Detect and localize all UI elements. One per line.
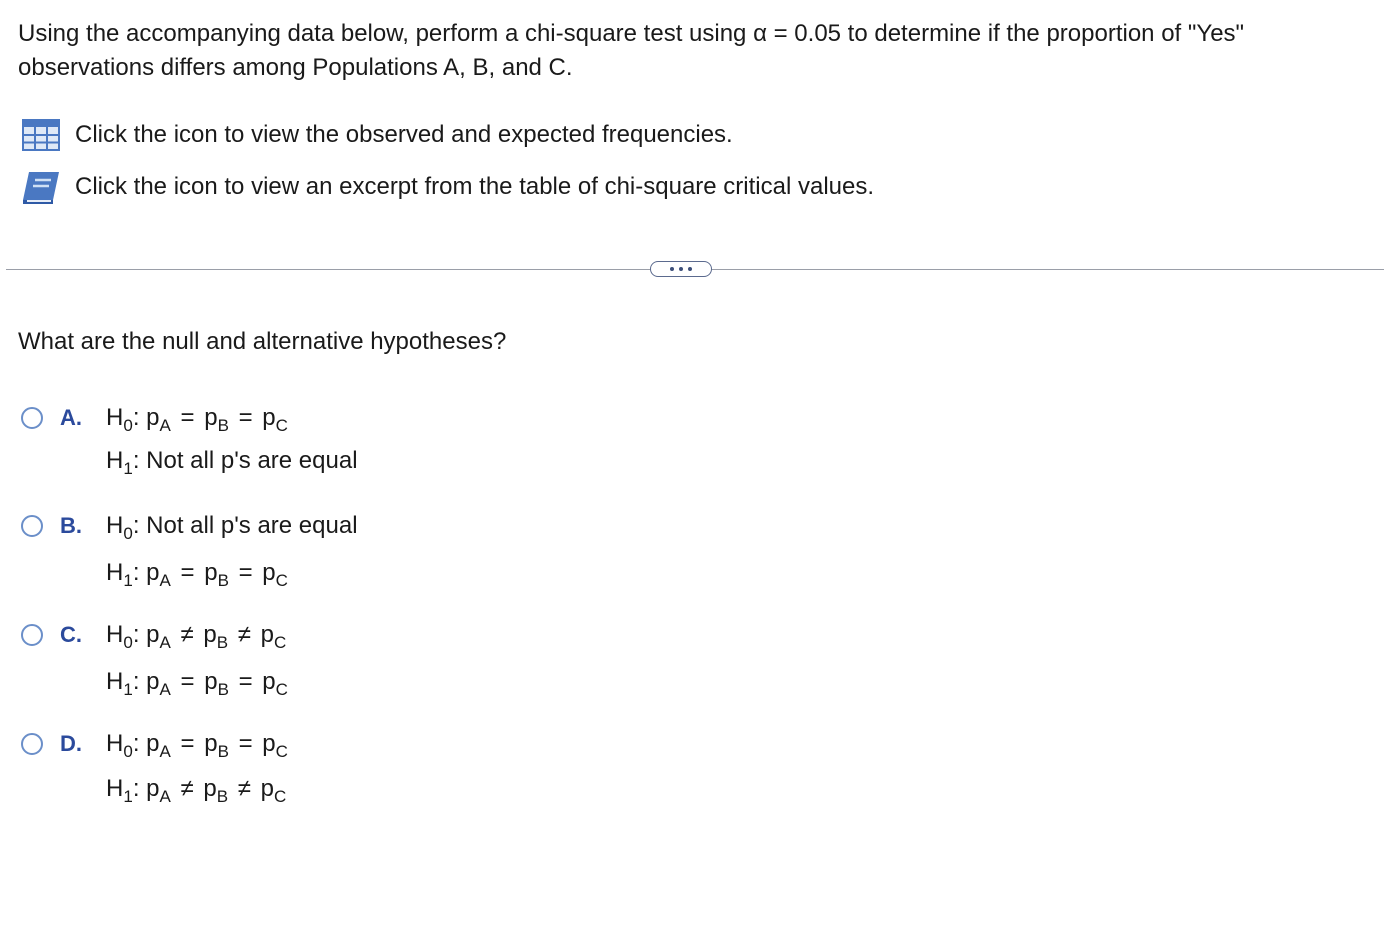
table-grid-icon[interactable] <box>21 118 61 152</box>
option-c-h0: H0: pA ≠ pB ≠ pC <box>106 621 287 652</box>
option-b-h0: H0: Not all p's are equal <box>106 512 358 543</box>
critical-values-link-label[interactable]: Click the icon to view an excerpt from t… <box>75 173 874 201</box>
frequencies-link-label[interactable]: Click the icon to view the observed and … <box>75 121 733 149</box>
question-intro: Using the accompanying data below, perfo… <box>18 20 1245 81</box>
option-b-h1: H1: pA = pB = pC <box>106 559 288 590</box>
option-d-h0: H0: pA = pB = pC <box>106 730 288 761</box>
option-a-h0: H0: pA = pB = pC <box>106 404 288 435</box>
option-a-radio[interactable] <box>21 407 43 429</box>
option-c-radio[interactable] <box>21 624 43 646</box>
option-b-letter: B. <box>60 513 82 538</box>
option-a-h1: H1: Not all p's are equal <box>106 447 358 478</box>
question-text: What are the null and alternative hypoth… <box>18 328 507 355</box>
option-c-h1: H1: pA = pB = pC <box>106 668 288 699</box>
critical-values-link[interactable]: Click the icon to view an excerpt from t… <box>21 170 874 204</box>
option-a-letter: A. <box>60 405 82 430</box>
expand-more-button[interactable] <box>650 261 712 277</box>
book-icon[interactable] <box>21 170 61 204</box>
option-d-letter: D. <box>60 731 82 756</box>
option-c-letter: C. <box>60 622 82 647</box>
frequencies-link[interactable]: Click the icon to view the observed and … <box>21 118 733 152</box>
option-b-radio[interactable] <box>21 515 43 537</box>
option-d-h1: H1: pA ≠ pB ≠ pC <box>106 775 287 806</box>
more-dots-icon <box>670 267 674 271</box>
option-d-radio[interactable] <box>21 733 43 755</box>
